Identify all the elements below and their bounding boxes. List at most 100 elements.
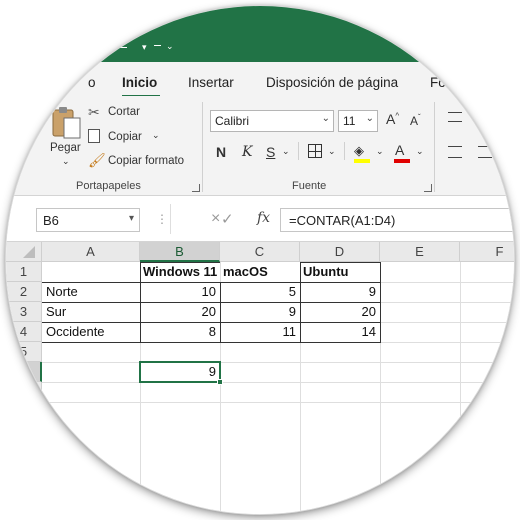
cell-border — [42, 342, 381, 343]
copy-button[interactable]: Copiar — [108, 131, 142, 143]
row-header-2[interactable]: 2 — [6, 282, 42, 302]
name-box-value: B6 — [43, 213, 59, 228]
cell-b4[interactable]: 8 — [140, 322, 220, 342]
underline-button[interactable]: S — [266, 144, 275, 160]
cell-a4[interactable]: Occidente — [42, 322, 140, 342]
tab-home[interactable]: Inicio — [122, 75, 157, 90]
bold-button[interactable]: N — [216, 144, 226, 160]
name-box[interactable]: B6 ▾ — [36, 208, 140, 232]
paste-label: Pegar — [50, 142, 81, 154]
qat-more-icon[interactable]: ⌄ — [166, 41, 174, 52]
cut-icon: ✂ — [88, 104, 100, 120]
cell-c2[interactable]: 5 — [220, 282, 300, 302]
group-divider — [434, 102, 435, 192]
shrink-font-button[interactable]: Aˇ — [410, 113, 421, 128]
format-painter-button[interactable]: Copiar formato — [108, 155, 184, 167]
align-middle-icon[interactable] — [478, 112, 492, 122]
column-header-d[interactable]: D — [300, 242, 380, 262]
qat-separator — [118, 47, 127, 48]
paste-dropdown-icon[interactable]: ⌄ — [62, 156, 70, 167]
row-header-3[interactable]: 3 — [6, 302, 42, 322]
grow-font-button[interactable]: A^ — [386, 111, 399, 127]
column-header-f[interactable]: F — [460, 242, 514, 262]
select-all-icon — [22, 246, 35, 258]
tab-formulas[interactable]: Fo — [430, 75, 446, 90]
row-header-1[interactable]: 1 — [6, 262, 42, 282]
formula-bar: B6 ▾ ⋮ × ✓ fx =CONTAR(A1:D4) — [6, 196, 514, 242]
grow-font-icon: A — [386, 111, 396, 127]
worksheet-grid: A B C D E F 1 2 3 4 5 6 7 Windows 11 mac… — [6, 242, 514, 514]
cell-a3[interactable]: Sur — [42, 302, 140, 322]
tab-file[interactable]: o — [88, 75, 96, 90]
italic-button[interactable]: K — [242, 144, 252, 160]
font-color-icon[interactable]: A — [395, 142, 404, 158]
qat-dropdown-icon[interactable]: ▾ — [142, 42, 147, 53]
align-top-icon[interactable] — [448, 112, 462, 122]
name-box-divider-icon: ⋮ — [156, 212, 168, 226]
cell-c1[interactable]: macOS — [220, 262, 300, 282]
font-launcher-icon[interactable] — [424, 184, 432, 192]
borders-icon[interactable] — [308, 144, 322, 158]
borders-dropdown-icon[interactable]: ⌄ — [328, 146, 336, 157]
ribbon-tabs: o Inicio Insertar Disposición de página … — [6, 62, 514, 98]
cell-b2[interactable]: 10 — [140, 282, 220, 302]
cell-d3[interactable]: 20 — [300, 302, 380, 322]
chevron-down-icon: ▾ — [128, 213, 134, 224]
row-header-6[interactable]: 6 — [6, 362, 42, 382]
group-label-font: Fuente — [292, 180, 327, 192]
formula-input[interactable]: =CONTAR(A1:D4) — [280, 208, 514, 232]
font-color-swatch — [394, 159, 410, 163]
gridline — [42, 362, 514, 363]
copy-dropdown-icon[interactable]: ⌄ — [152, 130, 160, 141]
row-header-blank — [6, 402, 42, 514]
font-name-value: Calibri — [215, 114, 250, 128]
fill-color-icon[interactable]: ◈ — [354, 143, 364, 159]
clipboard-launcher-icon[interactable] — [192, 184, 200, 192]
gridline — [42, 382, 514, 383]
row-header-7[interactable]: 7 — [6, 382, 42, 402]
cell-a2[interactable]: Norte — [42, 282, 140, 302]
group-divider — [298, 142, 299, 160]
underline-dropdown-icon[interactable]: ⌄ — [282, 146, 290, 157]
column-header-b[interactable]: B — [140, 242, 220, 262]
cancel-icon[interactable]: × — [211, 210, 220, 228]
fill-handle[interactable] — [217, 379, 223, 385]
cell-b1[interactable]: Windows 11 — [140, 262, 220, 282]
active-cell-selection — [139, 361, 221, 383]
row-header-5[interactable]: 5 — [6, 342, 42, 362]
copy-icon — [88, 129, 100, 143]
select-all-corner[interactable] — [6, 242, 42, 262]
borders-icon-line — [309, 151, 321, 152]
gridline — [42, 402, 514, 403]
cut-button[interactable]: Cortar — [108, 106, 140, 118]
title-bar: ▾ ⌄ — [6, 6, 514, 62]
cell-d4[interactable]: 14 — [300, 322, 380, 342]
insert-function-icon[interactable]: fx — [257, 210, 270, 226]
font-color-dropdown-icon[interactable]: ⌄ — [416, 146, 424, 157]
chevron-down-icon: ⌄ — [321, 113, 330, 124]
column-header-c[interactable]: C — [220, 242, 300, 262]
group-divider — [344, 142, 345, 160]
column-header-a[interactable]: A — [42, 242, 140, 262]
column-header-e[interactable]: E — [380, 242, 460, 262]
tab-insert[interactable]: Insertar — [188, 75, 234, 90]
cell-b3[interactable]: 20 — [140, 302, 220, 322]
cell-c3[interactable]: 9 — [220, 302, 300, 322]
fill-color-dropdown-icon[interactable]: ⌄ — [376, 146, 384, 157]
align-center-icon[interactable] — [478, 146, 492, 158]
qat-customize-icon[interactable] — [154, 45, 161, 46]
shrink-font-icon: A — [410, 114, 419, 128]
chevron-down-icon: ⌄ — [365, 113, 374, 124]
font-name-select[interactable]: Calibri ⌄ — [210, 110, 334, 132]
row-header-4[interactable]: 4 — [6, 322, 42, 342]
enter-icon[interactable]: ✓ — [221, 210, 234, 228]
cell-c4[interactable]: 11 — [220, 322, 300, 342]
font-size-select[interactable]: 11 ⌄ — [338, 110, 378, 132]
cell-border — [380, 262, 381, 342]
fill-color-swatch — [354, 159, 370, 163]
group-label-clipboard: Portapapeles — [76, 180, 141, 192]
align-left-icon[interactable] — [448, 146, 462, 158]
tab-page-layout[interactable]: Disposición de página — [266, 75, 398, 90]
cell-d2[interactable]: 9 — [300, 282, 380, 302]
cell-d1[interactable]: Ubuntu — [300, 262, 380, 282]
